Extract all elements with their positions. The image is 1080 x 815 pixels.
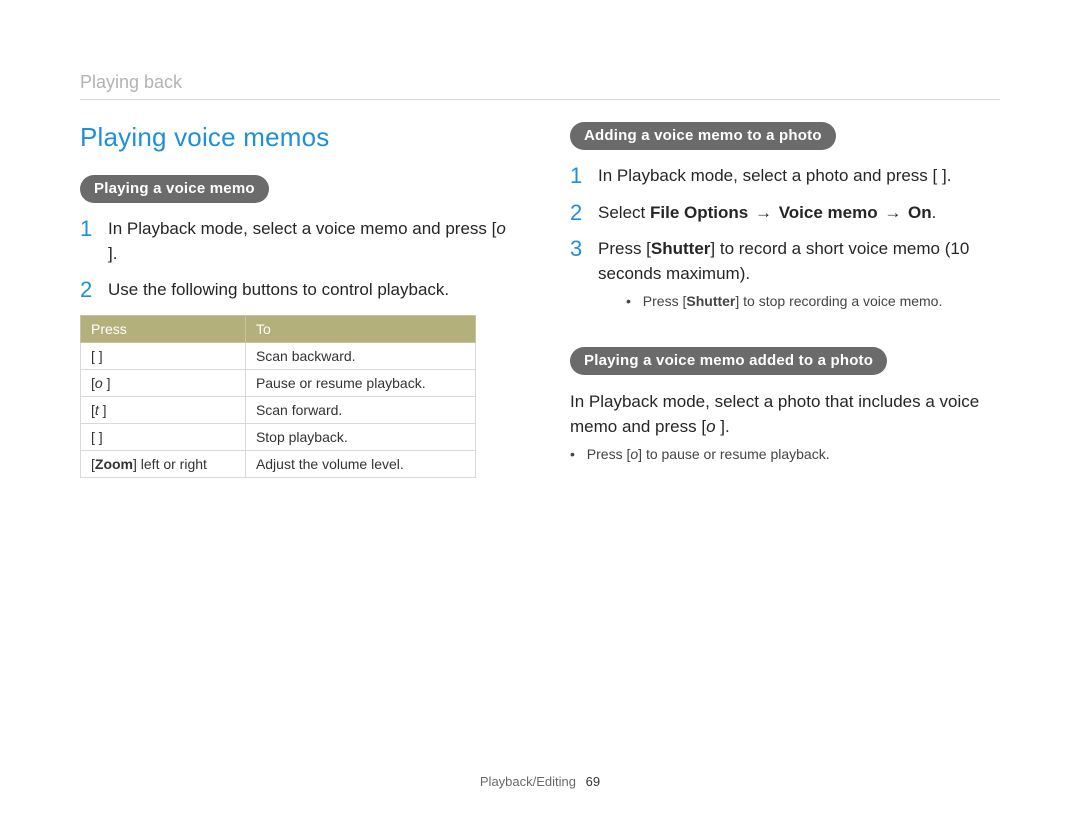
step: 1 In Playback mode, select a voice memo … [80, 217, 510, 266]
step-text: In Playback mode, select a photo and pre… [598, 164, 1000, 189]
paragraph: In Playback mode, select a photo that in… [570, 389, 1000, 440]
section-title: Playing voice memos [80, 122, 510, 153]
cell-press: [t ] [81, 396, 246, 423]
step-text: Use the following buttons to control pla… [108, 278, 510, 303]
step: 2 Select File Options → Voice memo → On. [570, 201, 1000, 226]
table-row: [o ] Pause or resume playback. [81, 369, 476, 396]
step: 1 In Playback mode, select a photo and p… [570, 164, 1000, 189]
cell-press: [Zoom] left or right [81, 450, 246, 477]
page-number: 69 [586, 774, 600, 789]
table-row: [t ] Scan forward. [81, 396, 476, 423]
step-number: 1 [80, 217, 94, 240]
step-text: In Playback mode, select a voice memo an… [108, 217, 510, 266]
step-text: Select File Options → Voice memo → On. [598, 201, 1000, 226]
table-row: [Zoom] left or right Adjust the volume l… [81, 450, 476, 477]
cell-press: [o ] [81, 369, 246, 396]
table-row: [ ] Stop playback. [81, 423, 476, 450]
manual-page: Playing back Playing voice memos Playing… [0, 0, 1080, 815]
cell-press: [ ] [81, 423, 246, 450]
step: 2 Use the following buttons to control p… [80, 278, 510, 303]
breadcrumb: Playing back [80, 72, 1000, 93]
cell-to: Stop playback. [245, 423, 475, 450]
step: 3 Press [Shutter] to record a short voic… [570, 237, 1000, 321]
table-row: [ ] Scan backward. [81, 342, 476, 369]
cell-to: Scan forward. [245, 396, 475, 423]
controls-table: Press To [ ] Scan backward. [o ] Pause o… [80, 315, 476, 478]
subsection-pill-play-added-memo: Playing a voice memo added to a photo [570, 347, 887, 375]
step-number: 3 [570, 237, 584, 260]
page-footer: Playback/Editing 69 [0, 774, 1080, 789]
footer-section: Playback/Editing [480, 774, 576, 789]
left-column: Playing voice memos Playing a voice memo… [80, 122, 510, 478]
step-number: 2 [570, 201, 584, 224]
step-text: Press [Shutter] to record a short voice … [598, 237, 1000, 321]
step-number: 1 [570, 164, 584, 187]
cell-to: Pause or resume playback. [245, 369, 475, 396]
cell-to: Adjust the volume level. [245, 450, 475, 477]
table-header-press: Press [81, 315, 246, 342]
bullet: Press [o] to pause or resume playback. [570, 446, 1000, 462]
right-column: Adding a voice memo to a photo 1 In Play… [570, 122, 1000, 478]
table-header-to: To [245, 315, 475, 342]
bullet-list: Press [o] to pause or resume playback. [570, 446, 1000, 462]
cell-to: Scan backward. [245, 342, 475, 369]
two-column-layout: Playing voice memos Playing a voice memo… [80, 122, 1000, 478]
subsection-pill-add-voice-memo: Adding a voice memo to a photo [570, 122, 836, 150]
divider [80, 99, 1000, 100]
step-number: 2 [80, 278, 94, 301]
cell-press: [ ] [81, 342, 246, 369]
sub-bullet: Press [Shutter] to stop recording a voic… [626, 291, 1000, 311]
sub-bullet-list: Press [Shutter] to stop recording a voic… [626, 291, 1000, 311]
subsection-pill-play-voice-memo: Playing a voice memo [80, 175, 269, 203]
